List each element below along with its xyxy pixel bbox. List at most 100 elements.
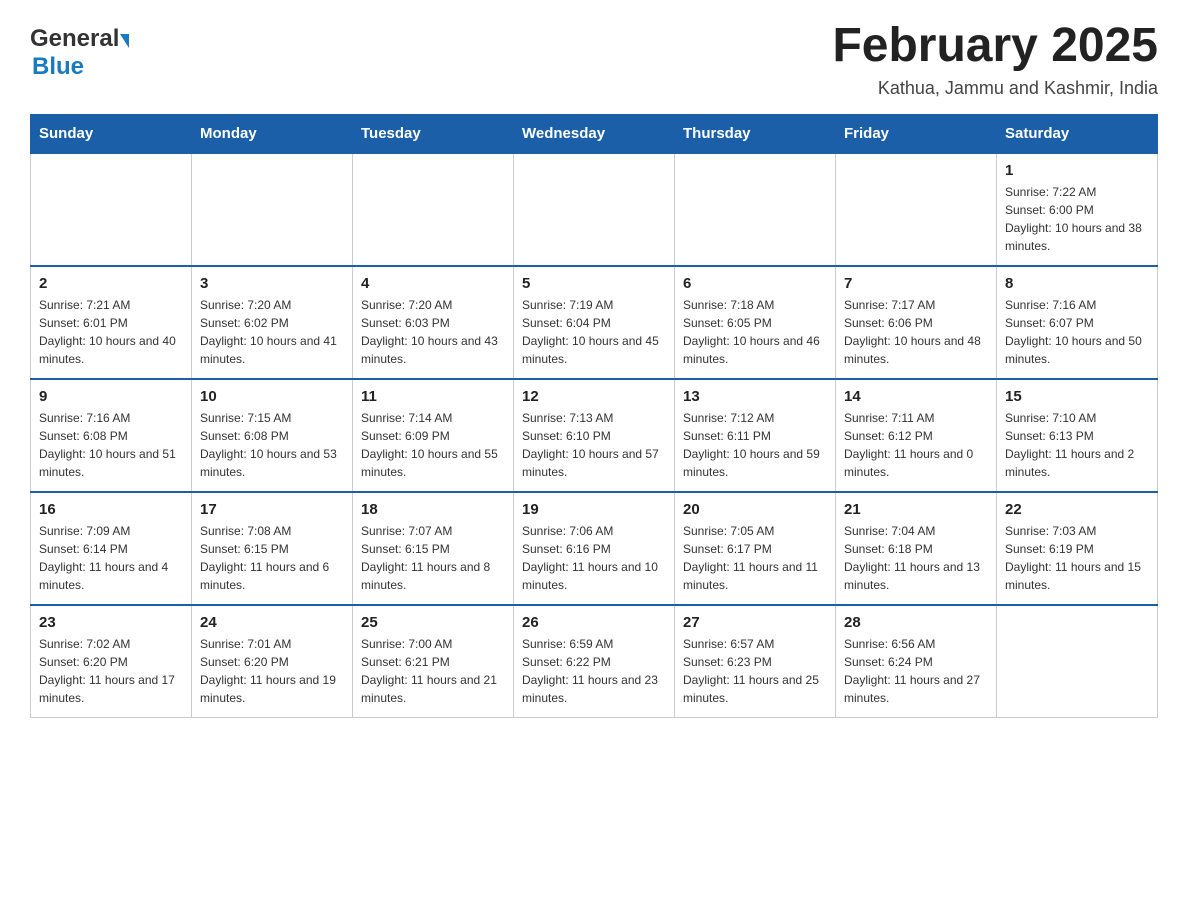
calendar-cell: 8 Sunrise: 7:16 AMSunset: 6:07 PMDaylight… bbox=[997, 266, 1158, 379]
day-number: 24 bbox=[200, 614, 344, 631]
calendar-cell: 22 Sunrise: 7:03 AMSunset: 6:19 PMDayligh… bbox=[997, 492, 1158, 605]
month-year-title: February 2025 bbox=[832, 20, 1158, 73]
day-number: 3 bbox=[200, 275, 344, 292]
weekday-header-friday: Friday bbox=[836, 114, 997, 153]
calendar-cell bbox=[353, 153, 514, 266]
logo-general-text: General bbox=[30, 25, 119, 53]
day-info: Sunrise: 7:12 AMSunset: 6:11 PMDaylight:… bbox=[683, 409, 827, 481]
day-info: Sunrise: 7:13 AMSunset: 6:10 PMDaylight:… bbox=[522, 409, 666, 481]
day-info: Sunrise: 7:20 AMSunset: 6:03 PMDaylight:… bbox=[361, 296, 505, 368]
calendar-week-row: 9 Sunrise: 7:16 AMSunset: 6:08 PMDaylight… bbox=[31, 379, 1158, 492]
calendar-cell: 19 Sunrise: 7:06 AMSunset: 6:16 PMDayligh… bbox=[514, 492, 675, 605]
calendar-week-row: 16Sunrise: 7:09 AMSunset: 6:14 PMDayligh… bbox=[31, 492, 1158, 605]
day-info: Sunrise: 7:15 AMSunset: 6:08 PMDaylight:… bbox=[200, 409, 344, 481]
day-info: Sunrise: 7:01 AMSunset: 6:20 PMDaylight:… bbox=[200, 635, 344, 707]
day-number: 27 bbox=[683, 614, 827, 631]
location-subtitle: Kathua, Jammu and Kashmir, India bbox=[832, 78, 1158, 99]
day-number: 11 bbox=[361, 388, 505, 405]
day-number: 15 bbox=[1005, 388, 1149, 405]
day-number: 19 bbox=[522, 501, 666, 518]
day-info: Sunrise: 7:09 AMSunset: 6:14 PMDaylight:… bbox=[39, 522, 183, 594]
day-number: 1 bbox=[1005, 162, 1149, 179]
day-info: Sunrise: 7:19 AMSunset: 6:04 PMDaylight:… bbox=[522, 296, 666, 368]
day-number: 20 bbox=[683, 501, 827, 518]
calendar-cell: 21 Sunrise: 7:04 AMSunset: 6:18 PMDayligh… bbox=[836, 492, 997, 605]
calendar-cell: 1 Sunrise: 7:22 AMSunset: 6:00 PMDaylight… bbox=[997, 153, 1158, 266]
day-info: Sunrise: 7:16 AMSunset: 6:07 PMDaylight:… bbox=[1005, 296, 1149, 368]
page-header: General Blue February 2025 Kathua, Jammu… bbox=[30, 20, 1158, 99]
calendar-week-row: 2 Sunrise: 7:21 AMSunset: 6:01 PMDaylight… bbox=[31, 266, 1158, 379]
day-info: Sunrise: 7:20 AMSunset: 6:02 PMDaylight:… bbox=[200, 296, 344, 368]
calendar-cell: 24 Sunrise: 7:01 AMSunset: 6:20 PMDayligh… bbox=[192, 605, 353, 718]
day-number: 28 bbox=[844, 614, 988, 631]
day-number: 22 bbox=[1005, 501, 1149, 518]
calendar-cell: 7 Sunrise: 7:17 AMSunset: 6:06 PMDaylight… bbox=[836, 266, 997, 379]
day-number: 21 bbox=[844, 501, 988, 518]
day-number: 6 bbox=[683, 275, 827, 292]
weekday-header-monday: Monday bbox=[192, 114, 353, 153]
day-info: Sunrise: 7:11 AMSunset: 6:12 PMDaylight:… bbox=[844, 409, 988, 481]
calendar-cell: 2 Sunrise: 7:21 AMSunset: 6:01 PMDaylight… bbox=[31, 266, 192, 379]
weekday-header-tuesday: Tuesday bbox=[353, 114, 514, 153]
day-info: Sunrise: 7:14 AMSunset: 6:09 PMDaylight:… bbox=[361, 409, 505, 481]
day-number: 4 bbox=[361, 275, 505, 292]
calendar-cell: 27 Sunrise: 6:57 AMSunset: 6:23 PMDayligh… bbox=[675, 605, 836, 718]
calendar-cell: 4 Sunrise: 7:20 AMSunset: 6:03 PMDaylight… bbox=[353, 266, 514, 379]
calendar-cell: 10 Sunrise: 7:15 AMSunset: 6:08 PMDayligh… bbox=[192, 379, 353, 492]
calendar-header-row: SundayMondayTuesdayWednesdayThursdayFrid… bbox=[31, 114, 1158, 153]
day-info: Sunrise: 7:08 AMSunset: 6:15 PMDaylight:… bbox=[200, 522, 344, 594]
day-info: Sunrise: 7:06 AMSunset: 6:16 PMDaylight:… bbox=[522, 522, 666, 594]
day-info: Sunrise: 7:21 AMSunset: 6:01 PMDaylight:… bbox=[39, 296, 183, 368]
day-info: Sunrise: 7:05 AMSunset: 6:17 PMDaylight:… bbox=[683, 522, 827, 594]
calendar-cell: 3 Sunrise: 7:20 AMSunset: 6:02 PMDaylight… bbox=[192, 266, 353, 379]
weekday-header-saturday: Saturday bbox=[997, 114, 1158, 153]
calendar-cell: 20 Sunrise: 7:05 AMSunset: 6:17 PMDayligh… bbox=[675, 492, 836, 605]
calendar-cell: 5Sunrise: 7:19 AMSunset: 6:04 PMDaylight… bbox=[514, 266, 675, 379]
day-number: 26 bbox=[522, 614, 666, 631]
calendar-cell: 14 Sunrise: 7:11 AMSunset: 6:12 PMDayligh… bbox=[836, 379, 997, 492]
calendar-table: SundayMondayTuesdayWednesdayThursdayFrid… bbox=[30, 114, 1158, 718]
day-info: Sunrise: 7:17 AMSunset: 6:06 PMDaylight:… bbox=[844, 296, 988, 368]
calendar-cell bbox=[675, 153, 836, 266]
calendar-cell: 28 Sunrise: 6:56 AMSunset: 6:24 PMDayligh… bbox=[836, 605, 997, 718]
day-info: Sunrise: 7:07 AMSunset: 6:15 PMDaylight:… bbox=[361, 522, 505, 594]
weekday-header-thursday: Thursday bbox=[675, 114, 836, 153]
day-info: Sunrise: 7:04 AMSunset: 6:18 PMDaylight:… bbox=[844, 522, 988, 594]
day-number: 9 bbox=[39, 388, 183, 405]
day-info: Sunrise: 7:16 AMSunset: 6:08 PMDaylight:… bbox=[39, 409, 183, 481]
day-number: 10 bbox=[200, 388, 344, 405]
logo-arrow-icon bbox=[120, 34, 129, 48]
day-info: Sunrise: 7:02 AMSunset: 6:20 PMDaylight:… bbox=[39, 635, 183, 707]
logo-blue-text: Blue bbox=[32, 53, 84, 81]
calendar-cell: 9 Sunrise: 7:16 AMSunset: 6:08 PMDaylight… bbox=[31, 379, 192, 492]
day-number: 23 bbox=[39, 614, 183, 631]
calendar-cell bbox=[514, 153, 675, 266]
calendar-cell bbox=[31, 153, 192, 266]
calendar-cell: 23 Sunrise: 7:02 AMSunset: 6:20 PMDayligh… bbox=[31, 605, 192, 718]
day-number: 7 bbox=[844, 275, 988, 292]
weekday-header-sunday: Sunday bbox=[31, 114, 192, 153]
day-info: Sunrise: 6:57 AMSunset: 6:23 PMDaylight:… bbox=[683, 635, 827, 707]
day-number: 2 bbox=[39, 275, 183, 292]
calendar-cell bbox=[192, 153, 353, 266]
day-info: Sunrise: 7:00 AMSunset: 6:21 PMDaylight:… bbox=[361, 635, 505, 707]
day-number: 12 bbox=[522, 388, 666, 405]
calendar-cell bbox=[836, 153, 997, 266]
day-number: 8 bbox=[1005, 275, 1149, 292]
day-info: Sunrise: 6:59 AMSunset: 6:22 PMDaylight:… bbox=[522, 635, 666, 707]
calendar-cell: 25Sunrise: 7:00 AMSunset: 6:21 PMDayligh… bbox=[353, 605, 514, 718]
day-info: Sunrise: 7:22 AMSunset: 6:00 PMDaylight:… bbox=[1005, 183, 1149, 255]
calendar-cell: 13 Sunrise: 7:12 AMSunset: 6:11 PMDayligh… bbox=[675, 379, 836, 492]
calendar-cell bbox=[997, 605, 1158, 718]
day-number: 13 bbox=[683, 388, 827, 405]
calendar-cell: 11 Sunrise: 7:14 AMSunset: 6:09 PMDayligh… bbox=[353, 379, 514, 492]
calendar-cell: 18 Sunrise: 7:07 AMSunset: 6:15 PMDayligh… bbox=[353, 492, 514, 605]
day-number: 14 bbox=[844, 388, 988, 405]
calendar-cell: 16Sunrise: 7:09 AMSunset: 6:14 PMDayligh… bbox=[31, 492, 192, 605]
day-info: Sunrise: 6:56 AMSunset: 6:24 PMDaylight:… bbox=[844, 635, 988, 707]
day-number: 17 bbox=[200, 501, 344, 518]
day-info: Sunrise: 7:03 AMSunset: 6:19 PMDaylight:… bbox=[1005, 522, 1149, 594]
weekday-header-wednesday: Wednesday bbox=[514, 114, 675, 153]
day-number: 18 bbox=[361, 501, 505, 518]
calendar-cell: 17 Sunrise: 7:08 AMSunset: 6:15 PMDayligh… bbox=[192, 492, 353, 605]
